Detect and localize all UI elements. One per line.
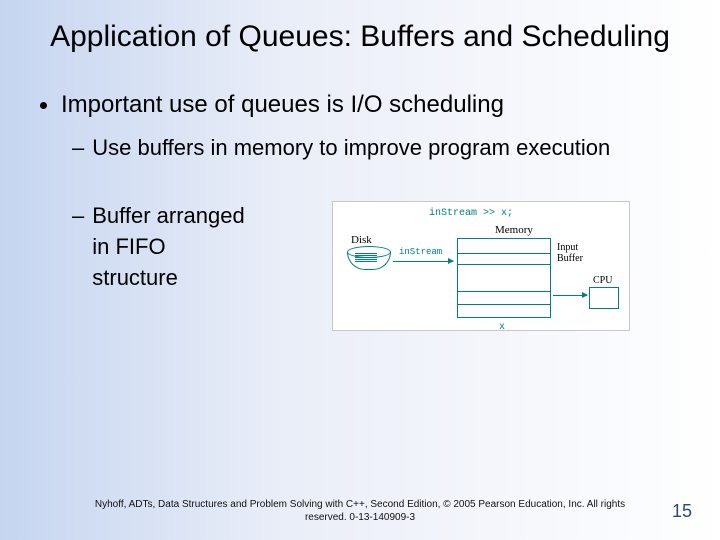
input-buffer-label-l1: Input	[557, 242, 578, 253]
diagram-code-line: inStream >> x;	[429, 208, 513, 219]
cpu-label: CPU	[593, 275, 612, 286]
bullet-main: Important use of queues is I/O schedulin…	[40, 90, 680, 120]
input-buffer-label-l2: Buffer	[557, 253, 583, 264]
slide-body: Important use of queues is I/O schedulin…	[0, 66, 720, 332]
memory-box-icon	[457, 238, 551, 318]
arrow-memory-to-cpu-icon	[553, 295, 587, 296]
bullet-sub-1: – Use buffers in memory to improve progr…	[72, 134, 680, 162]
bullet-dot-icon	[40, 102, 47, 109]
input-buffer-label: Input Buffer	[557, 243, 583, 264]
bullet-sub-2-row: – Buffer arranged in FIFO structure inSt…	[72, 201, 680, 331]
dash-icon: –	[72, 201, 84, 293]
arrow-disk-to-memory-icon: inStream	[393, 261, 453, 262]
dash-icon: –	[72, 134, 84, 162]
memory-input-buffer-segment	[458, 253, 550, 265]
io-diagram: inStream >> x; Disk inStream Memory Inpu…	[332, 201, 630, 331]
disk-icon	[347, 246, 391, 276]
memory-label: Memory	[495, 224, 533, 236]
slide-footer-citation: Nyhoff, ADTs, Data Structures and Proble…	[0, 499, 720, 524]
bullet-sub-2-text: Buffer arranged in FIFO structure	[92, 201, 244, 293]
disk-label: Disk	[351, 234, 372, 246]
x-label: x	[499, 322, 505, 333]
bullet-main-text: Important use of queues is I/O schedulin…	[61, 90, 504, 120]
bullet-sub-1-text: Use buffers in memory to improve program…	[92, 134, 610, 162]
bullet-sub-2-line2: in FIFO	[92, 234, 165, 259]
memory-x-segment	[458, 291, 550, 305]
slide-title: Application of Queues: Buffers and Sched…	[0, 0, 720, 66]
cpu-box-icon	[589, 287, 619, 309]
bullet-sub-2: – Buffer arranged in FIFO structure	[72, 201, 312, 293]
bullet-sub-2-line3: structure	[92, 265, 178, 290]
bullet-sub-2-line1: Buffer arranged	[92, 203, 244, 228]
arrow-stream-label: inStream	[399, 247, 442, 257]
page-number: 15	[672, 501, 692, 522]
